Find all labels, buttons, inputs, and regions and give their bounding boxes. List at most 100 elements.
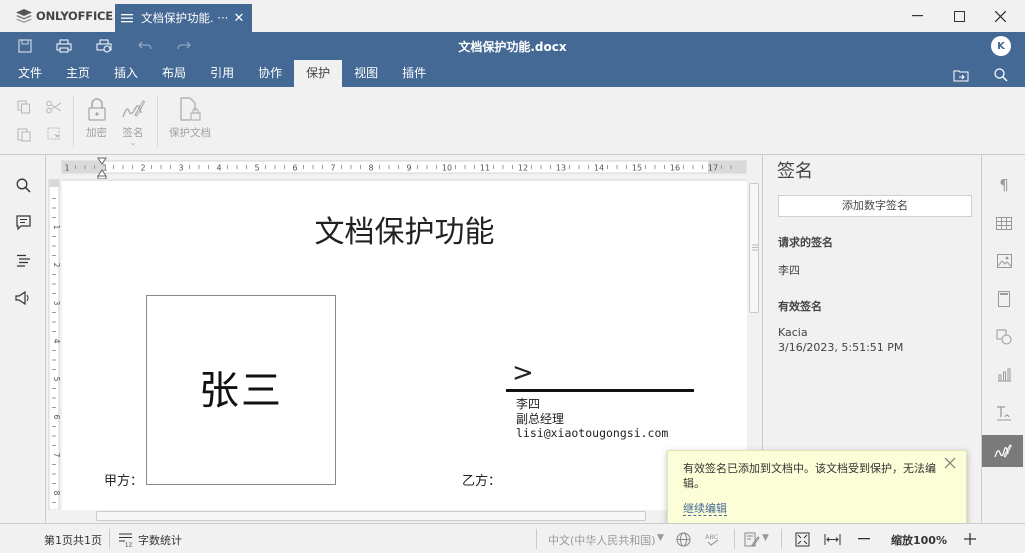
tab-view[interactable]: 视图: [342, 60, 390, 87]
horizontal-ruler-scale: 1 1 2 3 4 5 6 7 8 9 10 11 12 13 14 15 16 17: [61, 157, 747, 180]
cut-button[interactable]: [45, 98, 63, 116]
search-sidebar-button[interactable]: [14, 176, 32, 194]
horizontal-ruler[interactable]: 1 1 2 3 4 5 6 7 8 9 10 11 12 13 14 15 16 17: [46, 155, 748, 180]
minimize-button[interactable]: [902, 6, 932, 26]
ruler-number: 9: [406, 164, 411, 173]
paste-button[interactable]: [15, 125, 33, 143]
search-button[interactable]: [992, 66, 1010, 84]
document-tab-label: 文档保护功能. ···: [141, 11, 229, 25]
ruler-number: 1: [64, 164, 69, 173]
ruler-number: 12: [518, 164, 528, 173]
chart-settings-button[interactable]: [994, 365, 1014, 385]
horizontal-scrollbar[interactable]: [46, 510, 747, 523]
plus-icon: [964, 533, 976, 545]
title-bar: ONLYOFFICE 文档保护功能. ··· ✕: [0, 0, 1025, 32]
right-sidebar: ¶: [981, 155, 1025, 523]
add-digital-signature-button[interactable]: 添加数字签名: [778, 195, 972, 217]
horizontal-scrollbar-thumb[interactable]: [96, 511, 646, 521]
header-footer-settings-button[interactable]: [994, 289, 1014, 309]
requested-signature-name[interactable]: 李四: [778, 262, 800, 278]
language-selector[interactable]: 中文(中华人民共和国): [548, 532, 656, 548]
document-language-button[interactable]: [674, 530, 692, 548]
grip-icon: [752, 244, 758, 251]
zoom-out-button[interactable]: [855, 530, 873, 548]
vertical-ruler-scale: 1 2 3 4 5 6 7 8: [48, 178, 61, 522]
table-settings-button[interactable]: [994, 213, 1014, 233]
tab-file[interactable]: 文件: [6, 60, 54, 87]
tab-insert[interactable]: 插入: [102, 60, 150, 87]
document-heading: 文档保护功能: [314, 215, 495, 250]
ruler-number: 2: [52, 263, 61, 268]
select-all-icon: [47, 127, 61, 141]
signature-line[interactable]: [506, 389, 694, 392]
search-icon: [16, 178, 31, 193]
ruler-number: 1: [52, 225, 61, 230]
copy-icon: [17, 100, 30, 114]
ruler-number: 5: [254, 164, 259, 173]
ruler-number: 3: [178, 164, 183, 173]
ruler-number: 10: [442, 164, 452, 173]
tab-protection[interactable]: 保护: [294, 60, 343, 87]
text-art-settings-button[interactable]: [994, 403, 1014, 423]
megaphone-icon: [15, 291, 29, 305]
fit-width-icon: [824, 533, 840, 545]
word-count-button[interactable]: 字数统计: [138, 532, 182, 548]
zoom-in-button[interactable]: [961, 530, 979, 548]
copy-button[interactable]: [15, 98, 33, 116]
track-changes-button[interactable]: [743, 530, 761, 548]
feedback-button[interactable]: [14, 289, 32, 307]
open-location-button[interactable]: [952, 66, 970, 84]
document-page[interactable]: 文档保护功能 张三 甲方： 乙方： > 李四 副总经理 lisi@xiaotou…: [62, 181, 747, 510]
navigation-button[interactable]: [14, 251, 32, 269]
tab-collaboration[interactable]: 协作: [246, 60, 294, 87]
tab-layout[interactable]: 布局: [150, 60, 198, 87]
document-canvas[interactable]: 文档保护功能 张三 甲方： 乙方： > 李四 副总经理 lisi@xiaotou…: [62, 179, 747, 510]
signature-settings-button[interactable]: [982, 435, 1023, 467]
shape-settings-button[interactable]: [994, 327, 1014, 347]
ruler-number: 8: [52, 491, 61, 496]
page-indicator[interactable]: 第1页共1页: [44, 532, 102, 548]
ruler-number: 14: [594, 164, 604, 173]
protect-document-button[interactable]: 保护文档: [169, 97, 211, 140]
svg-text:ABC: ABC: [705, 533, 719, 541]
header-bar: 文档保护功能.docx K 文件 主页 插入 布局 引用 协作 保护 视图 插件: [0, 32, 1025, 87]
encrypt-button[interactable]: 加密: [86, 97, 107, 140]
notification-text: 有效签名已添加到文档中。该文档受到保护，无法编辑。: [683, 462, 936, 490]
user-avatar[interactable]: K: [991, 36, 1011, 56]
select-all-button[interactable]: [45, 125, 63, 143]
vertical-scrollbar-thumb[interactable]: [749, 183, 759, 313]
maximize-button[interactable]: [944, 6, 974, 26]
left-sidebar: [0, 155, 46, 523]
tab-home[interactable]: 主页: [54, 60, 102, 87]
comments-button[interactable]: [14, 213, 32, 231]
tab-plugins[interactable]: 插件: [390, 60, 438, 87]
continue-editing-link[interactable]: 继续编辑: [683, 502, 727, 516]
spell-check-button[interactable]: ABC: [704, 530, 722, 548]
zoom-level[interactable]: 缩放100%: [891, 532, 947, 548]
valid-signatures-header: 有效签名: [778, 300, 822, 313]
paragraph-settings-button[interactable]: ¶: [994, 175, 1014, 195]
tab-references[interactable]: 引用: [198, 60, 246, 87]
valid-signature-name[interactable]: Kacia: [778, 326, 808, 339]
status-separator: [734, 529, 735, 549]
notification-close-button[interactable]: [944, 457, 958, 471]
word-count-icon-graphic: 123: [118, 533, 133, 547]
fit-width-button[interactable]: [823, 530, 841, 548]
vertical-ruler[interactable]: 1 2 3 4 5 6 7 8: [46, 178, 62, 522]
lock-icon: [87, 98, 106, 121]
signature-box-party-a: 张三: [146, 295, 336, 485]
tab-close-icon[interactable]: ✕: [232, 11, 246, 26]
spell-check-icon: ABC: [705, 533, 719, 546]
toolbar: 加密 签名 ⌄ 保护文档: [0, 87, 1025, 155]
signature-button[interactable]: 签名 ⌄: [121, 97, 145, 147]
minus-icon: [858, 538, 870, 540]
signer-email: lisi@xiaotougongsi.com: [516, 426, 669, 440]
close-window-button[interactable]: [985, 6, 1015, 26]
header-footer-icon: [998, 291, 1010, 307]
document-tab[interactable]: 文档保护功能. ··· ✕: [115, 4, 252, 32]
toolbar-separator: [157, 95, 158, 147]
requested-signatures-header: 请求的签名: [778, 236, 833, 249]
ruler-margin: [49, 179, 59, 187]
image-settings-button[interactable]: [994, 251, 1014, 271]
fit-page-button[interactable]: [793, 530, 811, 548]
